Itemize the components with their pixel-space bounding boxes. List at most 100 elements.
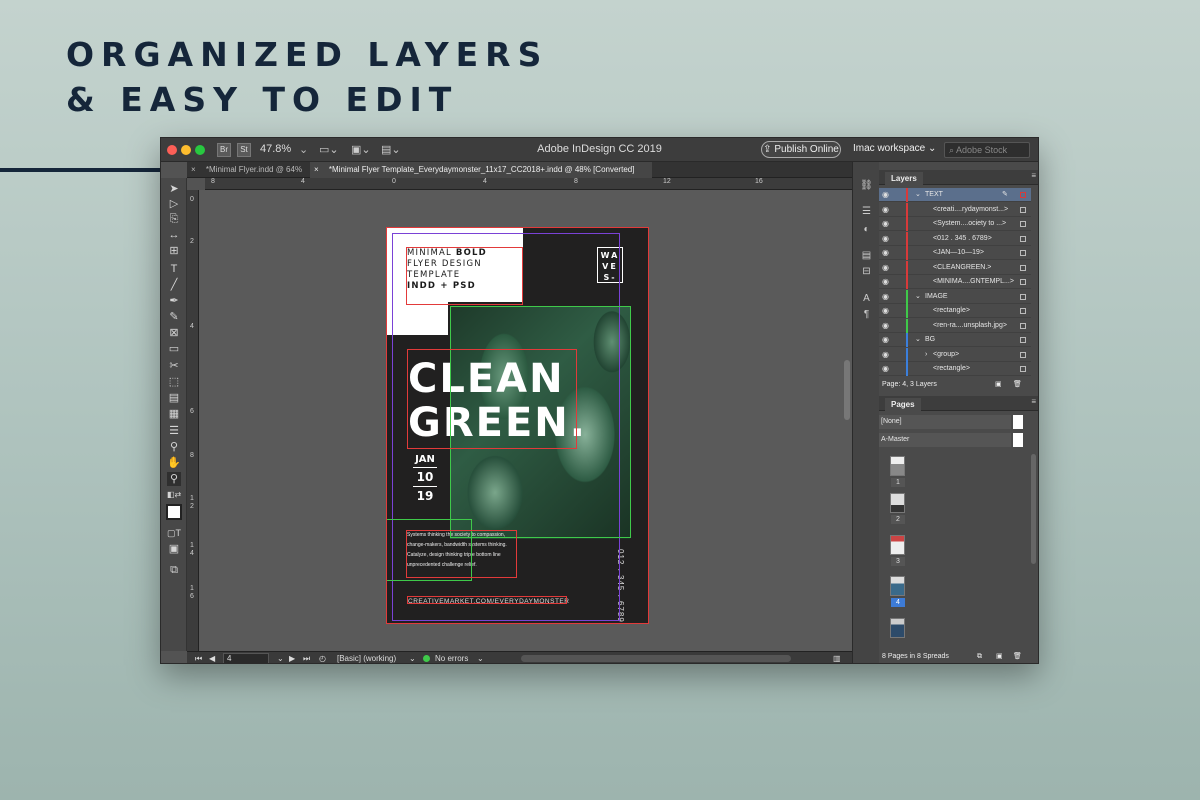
screen-mode-icon[interactable]: ▣⌄	[351, 143, 375, 157]
flyer-title-text[interactable]: MINIMAL BOLD FLYER DESIGN TEMPLATE INDD …	[407, 248, 487, 292]
layer-selection-square[interactable]	[1020, 207, 1026, 213]
layer-row[interactable]: ◉ <012 . 345 . 6789>	[879, 232, 1031, 246]
page-thumbnail[interactable]	[890, 493, 905, 513]
page-tool-icon[interactable]: ⎘	[167, 212, 181, 226]
document-page[interactable]: MINIMAL BOLD FLYER DESIGN TEMPLATE INDD …	[386, 227, 649, 624]
zoom-window-button[interactable]	[195, 145, 205, 155]
layer-selection-square[interactable]	[1020, 294, 1026, 300]
visibility-eye-icon[interactable]: ◉	[882, 333, 889, 347]
bridge-button[interactable]: Br	[217, 143, 231, 157]
master-a[interactable]: A-Master	[879, 433, 1011, 447]
master-thumbnail[interactable]	[1013, 433, 1023, 447]
layer-selection-square[interactable]	[1020, 192, 1026, 198]
master-none[interactable]: [None]	[879, 415, 1011, 429]
layer-selection-square[interactable]	[1020, 265, 1026, 271]
gap-tool-icon[interactable]: ↔	[167, 228, 181, 242]
zoom-dropdown-chevron-icon[interactable]: ⌄	[299, 143, 308, 156]
layer-selection-square[interactable]	[1020, 337, 1026, 343]
open-page-icon[interactable]: ◴	[319, 654, 326, 663]
pen-tool-icon[interactable]: ✒	[167, 294, 181, 308]
layer-expand-icon[interactable]: ⌄	[915, 188, 921, 202]
visibility-eye-icon[interactable]: ◉	[882, 246, 889, 260]
close-tab-icon[interactable]: ×	[314, 165, 319, 174]
page-number[interactable]: 2	[891, 515, 905, 524]
scissors-tool-icon[interactable]: ✂	[167, 359, 181, 373]
layer-selection-square[interactable]	[1020, 352, 1026, 358]
paragraph-styles-icon[interactable]: ¶	[860, 309, 873, 321]
preflight-profile[interactable]: [Basic] (working)	[337, 654, 396, 663]
split-window-icon[interactable]: ▥	[833, 654, 841, 663]
gradient-swatch-tool-icon[interactable]: ▤	[167, 391, 181, 405]
page-number[interactable]: 1	[891, 478, 905, 487]
page-number[interactable]: 4	[891, 598, 905, 607]
next-page-icon[interactable]: ▶	[289, 654, 295, 663]
pages-panel-header[interactable]: Pages ≡	[879, 396, 1038, 411]
layer-row[interactable]: ◉ › <group>	[879, 348, 1031, 362]
layer-expand-icon[interactable]: ⌄	[915, 290, 921, 304]
vertical-scrollbar[interactable]	[844, 360, 850, 420]
chevron-down-icon[interactable]: ⌄	[477, 654, 484, 663]
layer-selection-square[interactable]	[1020, 279, 1026, 285]
type-tool-icon[interactable]: T	[167, 262, 181, 276]
pasteboard[interactable]: MINIMAL BOLD FLYER DESIGN TEMPLATE INDD …	[199, 190, 852, 651]
layer-row[interactable]: ◉ <JAN—10—19>	[879, 246, 1031, 260]
previous-page-icon[interactable]: ◀	[209, 654, 215, 663]
panel-menu-icon[interactable]: ≡	[1031, 171, 1036, 180]
default-colors-icon[interactable]: ◧⇄	[167, 488, 181, 502]
layer-selection-square[interactable]	[1020, 323, 1026, 329]
screen-mode-tool-icon[interactable]: ⧉	[167, 563, 181, 577]
fill-stroke-swatch-icon[interactable]	[166, 504, 182, 520]
character-styles-icon[interactable]: A	[860, 293, 873, 305]
swatches-icon[interactable]: ◐	[860, 224, 873, 236]
new-layer-icon[interactable]: ▣	[995, 378, 1002, 392]
visibility-eye-icon[interactable]: ◉	[882, 275, 889, 289]
edit-page-size-icon[interactable]: ⧉	[977, 650, 982, 663]
layer-row[interactable]: ◉ <rectangle>	[879, 304, 1031, 318]
workspace-switcher[interactable]: Imac workspace ⌄	[853, 143, 936, 154]
trash-icon[interactable]: 🗑	[1013, 378, 1022, 392]
line-tool-icon[interactable]: ╱	[167, 278, 181, 292]
visibility-eye-icon[interactable]: ◉	[882, 261, 889, 275]
visibility-eye-icon[interactable]: ◉	[882, 203, 889, 217]
visibility-eye-icon[interactable]: ◉	[882, 188, 889, 202]
adobe-stock-search[interactable]: ⌕ Adobe Stock	[944, 142, 1030, 158]
close-window-button[interactable]	[167, 145, 177, 155]
gradient-feather-tool-icon[interactable]: ▦	[167, 407, 181, 421]
date-block[interactable]: JAN 10 19	[413, 453, 437, 505]
layer-expand-icon[interactable]: ⌄	[915, 333, 921, 347]
layer-selection-square[interactable]	[1020, 236, 1026, 242]
layer-row[interactable]: ◉ ⌄ BG	[879, 333, 1031, 347]
direct-selection-tool-icon[interactable]: ▷	[167, 197, 181, 211]
preflight-errors[interactable]: No errors	[435, 654, 468, 663]
layer-selection-square[interactable]	[1020, 250, 1026, 256]
page-thumbnail[interactable]	[890, 618, 905, 638]
close-tab-icon[interactable]: ×	[191, 165, 196, 174]
layer-row[interactable]: ◉ <creati....rydaymonst...>	[879, 203, 1031, 217]
visibility-eye-icon[interactable]: ◉	[882, 319, 889, 333]
visibility-eye-icon[interactable]: ◉	[882, 362, 889, 376]
eyedropper-tool-icon[interactable]: ⚲	[167, 440, 181, 454]
view-options-icon[interactable]: ▭⌄	[319, 143, 343, 157]
selection-tool-icon[interactable]: ➤	[167, 182, 181, 196]
page-thumbnail[interactable]	[890, 576, 905, 596]
page-number[interactable]: 3	[891, 557, 905, 566]
layer-row[interactable]: ◉ <MINIMA....GNTEMPL...>	[879, 275, 1031, 289]
first-page-icon[interactable]: ⏮	[195, 654, 202, 663]
layer-row[interactable]: ◉ <System....ociety to ...>	[879, 217, 1031, 231]
free-transform-tool-icon[interactable]: ⬚	[167, 375, 181, 389]
new-page-icon[interactable]: ▣	[996, 650, 1003, 663]
note-tool-icon[interactable]: ☰	[167, 424, 181, 438]
layer-selection-square[interactable]	[1020, 366, 1026, 372]
visibility-eye-icon[interactable]: ◉	[882, 348, 889, 362]
rectangle-tool-icon[interactable]: ▭	[167, 342, 181, 356]
website-url[interactable]: CREATIVEMARKET.COM/EVERYDAYMONSTER	[408, 598, 569, 605]
minimize-window-button[interactable]	[181, 145, 191, 155]
visibility-eye-icon[interactable]: ◉	[882, 290, 889, 304]
waves-logo[interactable]: WA VE S-	[597, 247, 623, 283]
rectangle-frame-tool-icon[interactable]: ⊠	[167, 326, 181, 340]
page-dropdown-chevron-icon[interactable]: ⌄	[277, 654, 284, 663]
text-wrap-icon[interactable]: ▤	[860, 250, 873, 262]
hand-tool-icon[interactable]: ✋	[167, 456, 181, 470]
zoom-tool-icon[interactable]: ⚲	[167, 472, 181, 486]
last-page-icon[interactable]: ⏭	[303, 654, 310, 663]
